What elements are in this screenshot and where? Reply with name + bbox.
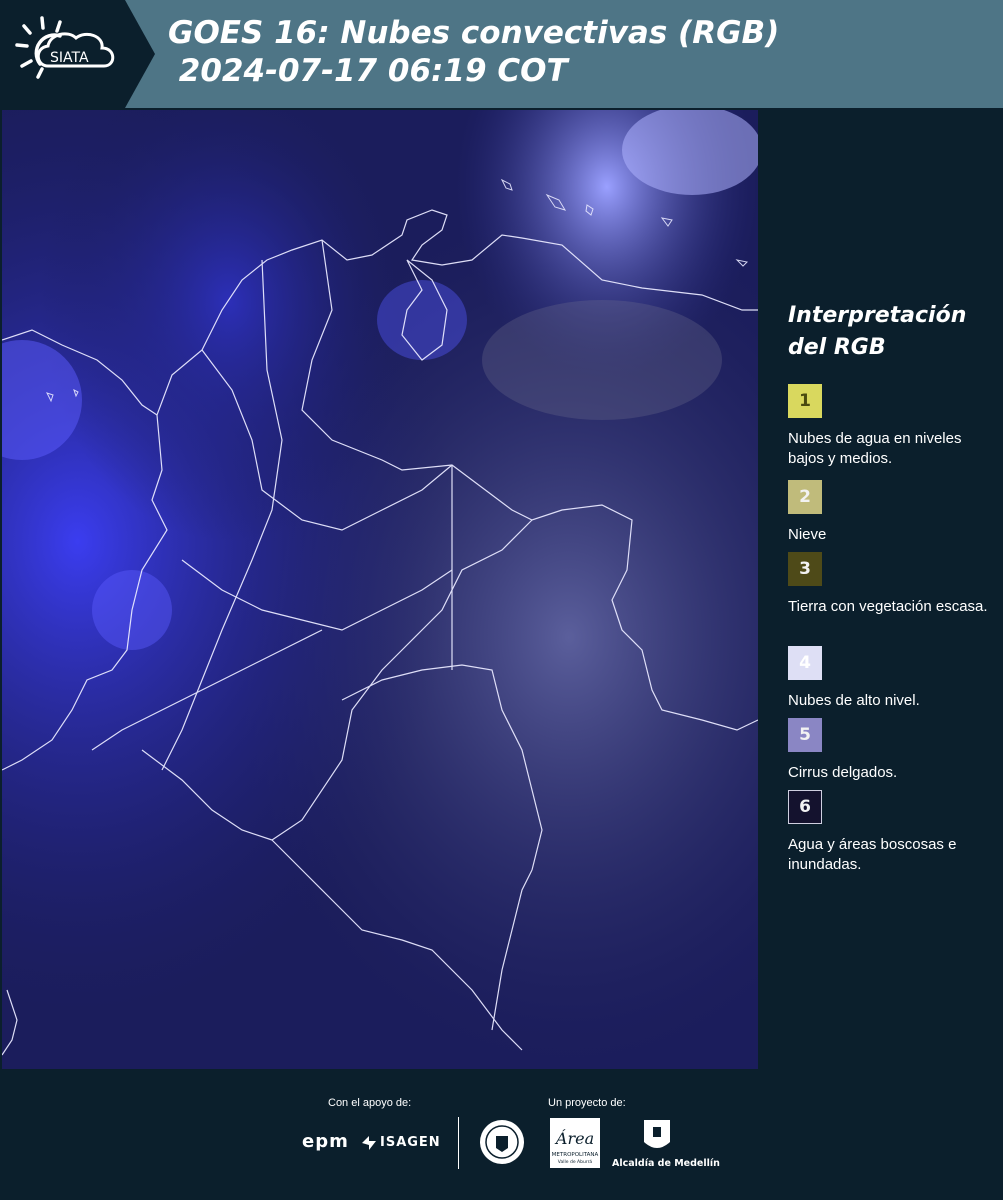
legend-swatch-5: 5 — [788, 718, 822, 752]
footer: Con el apoyo de: Un proyecto de: epm ISA… — [0, 1070, 1003, 1200]
isagen-logo-icon — [362, 1136, 376, 1150]
legend-item-2: 2 Nieve — [788, 480, 998, 545]
legend-panel: Interpretación del RGB 1 Nubes de agua e… — [762, 110, 1003, 1070]
legend-label-1: Nubes de agua en niveles bajos y medios. — [788, 430, 962, 467]
footer-divider — [458, 1117, 459, 1169]
siata-logo-text: SIATA — [50, 50, 89, 66]
university-seal-icon — [480, 1120, 524, 1164]
epm-logo: epm — [302, 1131, 349, 1152]
legend-swatch-3: 3 — [788, 552, 822, 586]
legend-item-4: 4 Nubes de alto nivel. — [788, 646, 998, 711]
siata-logo: SIATA — [0, 0, 155, 108]
legend-swatch-1: 1 — [788, 384, 822, 418]
legend-label-5: Cirrus delgados. — [788, 764, 898, 781]
satellite-map[interactable] — [2, 110, 758, 1069]
legend-swatch-6: 6 — [788, 790, 822, 824]
legend-item-6: 6 Agua y áreas boscosas e inundadas. — [788, 790, 998, 875]
legend-swatch-4: 4 — [788, 646, 822, 680]
legend-item-1: 1 Nubes de agua en niveles bajos y medio… — [788, 384, 998, 469]
support-label: Con el apoyo de: — [328, 1097, 412, 1109]
satellite-image — [2, 110, 758, 1069]
alcaldia-shield-icon — [644, 1120, 670, 1148]
legend-swatch-2: 2 — [788, 480, 822, 514]
area-logo-sub2: Valle de Aburrá — [558, 1158, 593, 1165]
page-title: GOES 16: Nubes convectivas (RGB) 2024-07… — [168, 15, 780, 89]
alcaldia-label: Alcaldía de Medellín — [612, 1158, 720, 1169]
legend-item-3: 3 Tierra con vegetación escasa. — [788, 552, 998, 617]
isagen-logo: ISAGEN — [380, 1135, 441, 1150]
legend-item-5: 5 Cirrus delgados. — [788, 718, 998, 783]
area-logo-name: Área — [554, 1128, 594, 1148]
legend-title: Interpretación del RGB — [788, 303, 967, 360]
legend-label-2: Nieve — [788, 526, 827, 543]
header-bar: SIATA GOES 16: Nubes convectivas (RGB) 2… — [0, 0, 1003, 108]
legend-label-3: Tierra con vegetación escasa. — [788, 598, 988, 615]
legend-label-4: Nubes de alto nivel. — [788, 692, 920, 709]
legend-label-6: Agua y áreas boscosas e inundadas. — [788, 836, 957, 873]
area-metropolitana-logo: Área METROPOLITANA Valle de Aburrá — [550, 1118, 600, 1168]
project-label: Un proyecto de: — [548, 1097, 626, 1109]
area-logo-sub: METROPOLITANA — [552, 1152, 599, 1158]
